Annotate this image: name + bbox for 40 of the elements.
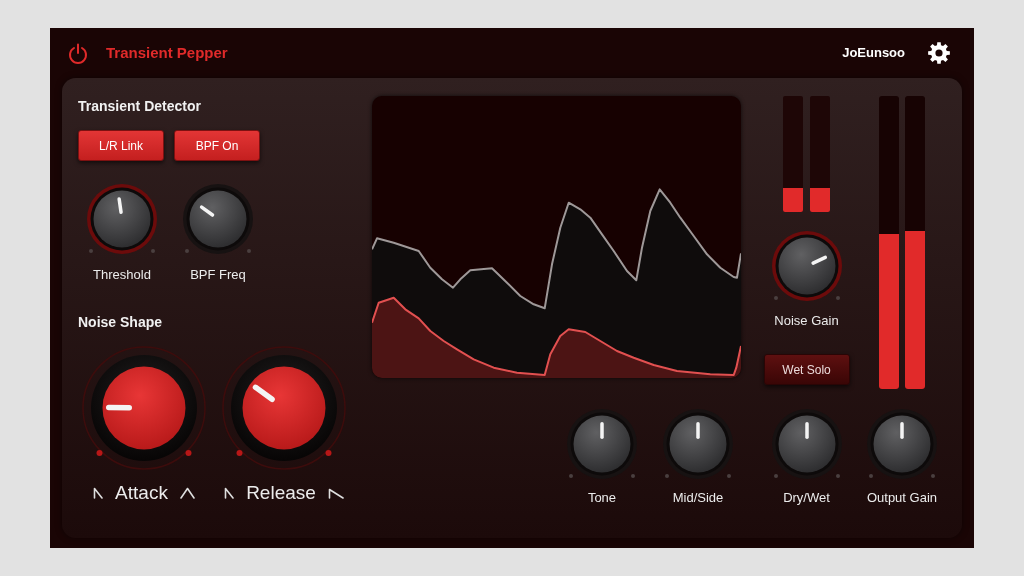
range-dot-icon: [773, 474, 778, 478]
range-dot-icon: [727, 474, 731, 478]
section-title: Noise Shape: [77, 313, 164, 332]
knob-label: Attack: [115, 481, 168, 505]
steep-ramp-icon: [224, 487, 235, 499]
range-dot-icon: [247, 249, 251, 253]
range-dot-icon: [185, 249, 189, 253]
toggle-button[interactable]: Wet Solo: [763, 354, 850, 385]
toggle-button[interactable]: BPF On: [174, 130, 260, 161]
knob-label: Release: [246, 481, 316, 505]
toggle-button[interactable]: L/R Link: [78, 130, 164, 161]
user-name: JoEunsoo: [842, 44, 905, 63]
knob-label: BPF Freq: [190, 266, 246, 284]
range-dot-icon: [931, 474, 935, 478]
knob-label: Dry/Wet: [783, 489, 830, 507]
range-dot-icon: [236, 450, 243, 456]
range-dot-icon: [151, 249, 155, 253]
power-icon[interactable]: [68, 42, 88, 64]
knob-label: Threshold: [93, 266, 151, 284]
range-dot-icon: [665, 474, 669, 478]
app-title: Transient Pepper: [106, 42, 228, 63]
range-dot-icon: [835, 474, 840, 478]
settings-icon[interactable]: [928, 42, 950, 64]
range-dot-icon: [631, 474, 635, 478]
range-dot-icon: [89, 249, 93, 253]
long-ramp-icon: [327, 487, 344, 499]
peak-icon: [179, 487, 195, 499]
range-dot-icon: [185, 450, 192, 456]
range-dot-icon: [835, 296, 840, 300]
range-dot-icon: [569, 474, 573, 478]
steep-ramp-icon: [93, 487, 104, 499]
knob-label: Mid/Side: [672, 489, 724, 507]
knob-label: Tone: [587, 489, 617, 507]
knob-label: Noise Gain: [774, 312, 839, 330]
range-dot-icon: [325, 450, 332, 456]
range-dot-icon: [869, 474, 873, 478]
range-dot-icon: [773, 296, 778, 300]
section-title: Transient Detector: [77, 97, 202, 116]
range-dot-icon: [96, 450, 103, 456]
knob-label: Output Gain: [866, 489, 938, 507]
